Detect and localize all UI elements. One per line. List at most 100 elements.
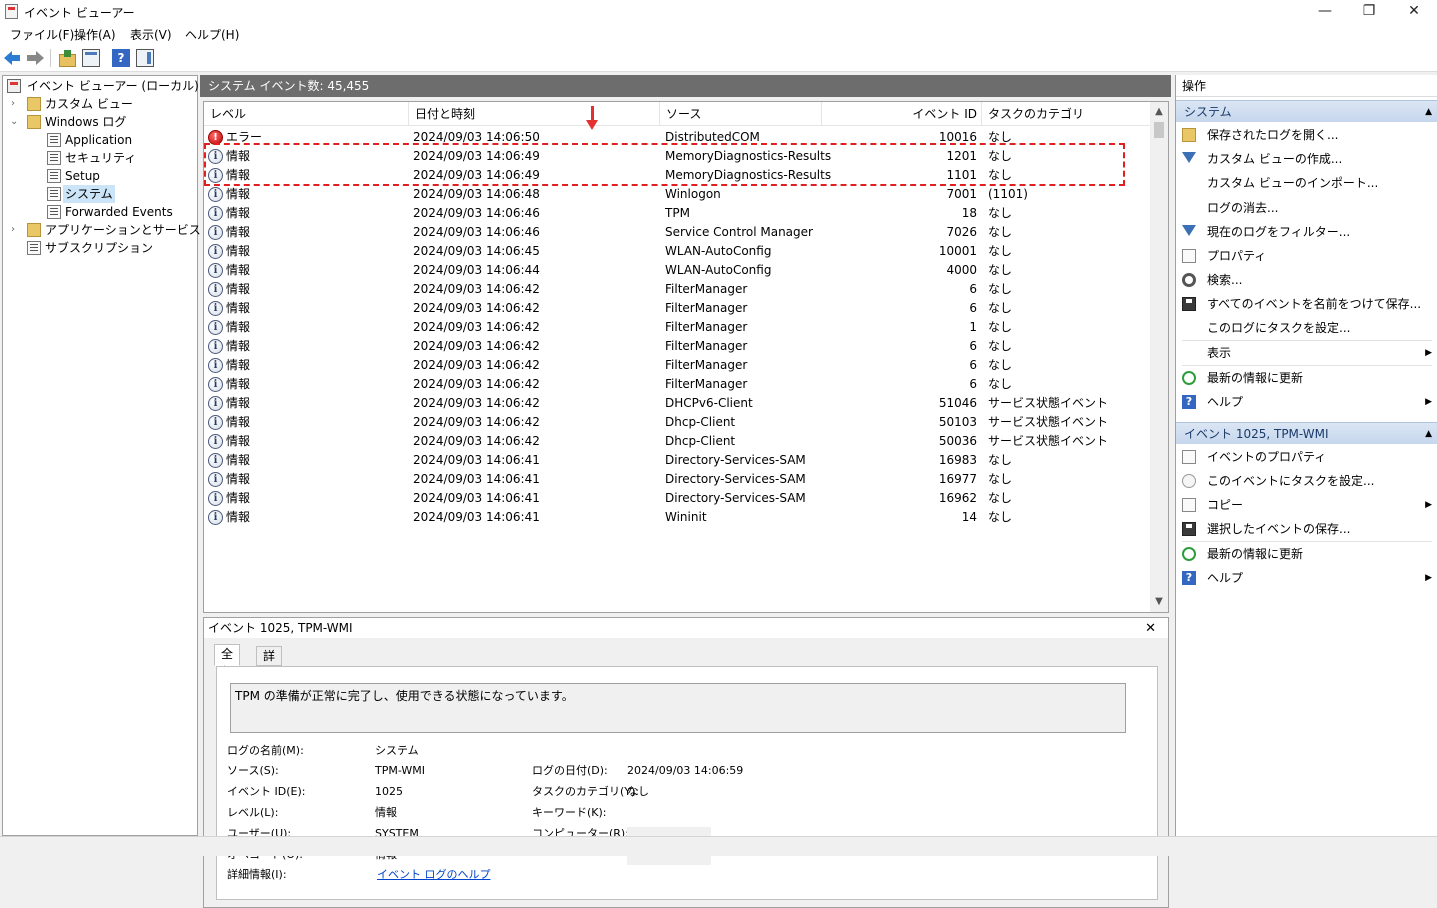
action-help-2[interactable]: ? ヘルプ ▶ xyxy=(1176,566,1437,590)
event-row[interactable]: i 情報 2024/09/03 14:06:42 Dhcp-Client 50036 サー… xyxy=(204,432,1150,451)
info-icon: i xyxy=(208,282,223,297)
help-icon: ? xyxy=(1182,571,1196,585)
action-find[interactable]: 検索... xyxy=(1176,268,1437,292)
info-icon: i xyxy=(208,415,223,430)
tab-general[interactable]: 全般 xyxy=(214,644,241,679)
scroll-thumb[interactable] xyxy=(1154,122,1164,138)
event-row[interactable]: i 情報 2024/09/03 14:06:42 Dhcp-Client 50103 サー… xyxy=(204,413,1150,432)
event-row[interactable]: i 情報 2024/09/03 14:06:41 Directory-Services… xyxy=(204,470,1150,489)
action-save-all-events-as[interactable]: すべてのイベントを名前をつけて保存... xyxy=(1176,292,1437,316)
action-clear-log[interactable]: ログの消去... xyxy=(1176,196,1437,220)
event-row[interactable]: i 情報 2024/09/03 14:06:46 TPM 18 なし xyxy=(204,204,1150,223)
menu-help[interactable]: ヘルプ(H) xyxy=(185,26,239,43)
event-row[interactable]: i 情報 2024/09/03 14:06:41 Wininit 14 なし xyxy=(204,508,1150,527)
action-view[interactable]: 表示 ▶ xyxy=(1176,341,1437,365)
minimize-button[interactable]: — xyxy=(1302,0,1348,24)
show-hide-console-tree-icon[interactable] xyxy=(82,49,100,67)
open-folder-icon[interactable] xyxy=(58,49,76,67)
action-refresh-2[interactable]: 最新の情報に更新 xyxy=(1176,542,1437,566)
event-source: FilterManager xyxy=(665,320,748,334)
tab-details[interactable]: 詳細 xyxy=(256,646,283,681)
event-list-scrollbar[interactable]: ▲ ▼ xyxy=(1150,102,1168,612)
back-arrow-icon[interactable] xyxy=(4,49,22,67)
event-datetime: 2024/09/03 14:06:42 xyxy=(413,339,540,353)
event-row[interactable]: i 情報 2024/09/03 14:06:49 MemoryDiagnostics-… xyxy=(204,166,1150,185)
column-event-id[interactable]: イベント ID xyxy=(822,102,982,126)
event-row[interactable]: i 情報 2024/09/03 14:06:46 Service Control Ma… xyxy=(204,223,1150,242)
action-attach-task-to-log[interactable]: このログにタスクを設定... xyxy=(1176,316,1437,340)
expand-chevron-icon[interactable]: › xyxy=(11,95,21,113)
action-help[interactable]: ? ヘルプ ▶ xyxy=(1176,390,1437,414)
action-label: ヘルプ xyxy=(1207,395,1244,409)
event-row[interactable]: i 情報 2024/09/03 14:06:42 FilterManager 6 なし xyxy=(204,299,1150,318)
action-label: イベントのプロパティ xyxy=(1207,450,1327,464)
forward-arrow-icon[interactable] xyxy=(26,49,44,67)
info-icon: i xyxy=(208,187,223,202)
status-bar xyxy=(0,836,1437,856)
action-save-selected-events[interactable]: 選択したイベントの保存... xyxy=(1176,517,1437,541)
column-level[interactable]: レベル xyxy=(204,102,409,126)
event-id: 18 xyxy=(961,206,977,220)
event-level: 情報 xyxy=(226,510,251,524)
info-icon: i xyxy=(208,377,223,392)
event-datetime: 2024/09/03 14:06:42 xyxy=(413,301,540,315)
action-open-saved-log[interactable]: 保存されたログを開く... xyxy=(1176,123,1437,147)
collapse-caret-icon[interactable]: ▲ xyxy=(1425,423,1432,445)
column-source[interactable]: ソース xyxy=(660,102,822,126)
action-create-custom-view[interactable]: カスタム ビューの作成... xyxy=(1176,147,1437,171)
event-list[interactable]: レベル 日付と時刻 ソース イベント ID タスクのカテゴリ ! エラー 2024/… xyxy=(203,101,1169,613)
actions-pane: 操作 システム ▲ イベント 1025, TPM-WMI ▲ 保存されたログを開… xyxy=(1175,75,1437,836)
action-copy[interactable]: コピー ▶ xyxy=(1176,493,1437,517)
event-row[interactable]: i 情報 2024/09/03 14:06:41 Directory-Services… xyxy=(204,451,1150,470)
filter-icon xyxy=(1182,152,1196,163)
action-filter-current-log[interactable]: 現在のログをフィルター... xyxy=(1176,220,1437,244)
scroll-up-arrow-icon[interactable]: ▲ xyxy=(1150,104,1168,120)
event-viewer-app-icon xyxy=(5,4,18,19)
column-task-category[interactable]: タスクのカテゴリ xyxy=(982,102,1150,126)
event-row[interactable]: i 情報 2024/09/03 14:06:42 FilterManager 6 なし xyxy=(204,356,1150,375)
event-row[interactable]: i 情報 2024/09/03 14:06:48 Winlogon 7001 (1101) xyxy=(204,185,1150,204)
show-hide-action-pane-icon[interactable] xyxy=(136,49,154,67)
event-row[interactable]: i 情報 2024/09/03 14:06:45 WLAN-AutoConfig 100… xyxy=(204,242,1150,261)
help-icon[interactable]: ? xyxy=(112,49,130,67)
collapse-caret-icon[interactable]: ▲ xyxy=(1425,101,1432,123)
action-refresh[interactable]: 最新の情報に更新 xyxy=(1176,366,1437,390)
collapse-chevron-icon[interactable]: ⌄ xyxy=(10,113,20,131)
event-row[interactable]: i 情報 2024/09/03 14:06:44 WLAN-AutoConfig 400… xyxy=(204,261,1150,280)
event-row[interactable]: i 情報 2024/09/03 14:06:42 FilterManager 6 なし xyxy=(204,280,1150,299)
event-message[interactable]: TPM の準備が正常に完了し、使用できる状態になっています。 xyxy=(230,683,1126,733)
detail-close-icon[interactable]: ✕ xyxy=(1145,619,1156,639)
actions-section-event[interactable]: イベント 1025, TPM-WMI ▲ xyxy=(1176,422,1437,444)
event-row[interactable]: i 情報 2024/09/03 14:06:42 DHCPv6-Client 51046… xyxy=(204,394,1150,413)
menu-view[interactable]: 表示(V) xyxy=(130,26,172,43)
event-row[interactable]: ! エラー 2024/09/03 14:06:50 DistributedCOM 100… xyxy=(204,128,1150,147)
maximize-button[interactable]: ❐ xyxy=(1346,0,1392,24)
action-label: 最新の情報に更新 xyxy=(1207,371,1304,385)
event-category: なし xyxy=(988,510,1013,524)
action-import-custom-view[interactable]: カスタム ビューのインポート... xyxy=(1176,171,1437,195)
menu-action[interactable]: 操作(A) xyxy=(74,26,116,43)
action-attach-task-to-event[interactable]: このイベントにタスクを設定... xyxy=(1176,469,1437,493)
general-tab-panel: TPM の準備が正常に完了し、使用できる状態になっています。 ログの名前(M):… xyxy=(216,666,1158,900)
close-button[interactable]: ✕ xyxy=(1391,0,1437,24)
event-row[interactable]: i 情報 2024/09/03 14:06:41 Directory-Services… xyxy=(204,489,1150,508)
scroll-down-arrow-icon[interactable]: ▼ xyxy=(1150,594,1168,610)
event-datetime: 2024/09/03 14:06:42 xyxy=(413,415,540,429)
actions-section-system[interactable]: システム ▲ xyxy=(1176,100,1437,122)
event-log-help-link[interactable]: イベント ログのヘルプ xyxy=(377,867,491,883)
expand-chevron-icon[interactable]: › xyxy=(11,221,21,239)
event-id: 6 xyxy=(969,282,977,296)
action-properties[interactable]: プロパティ xyxy=(1176,244,1437,268)
event-row[interactable]: i 情報 2024/09/03 14:06:49 MemoryDiagnostics-… xyxy=(204,147,1150,166)
event-source: FilterManager xyxy=(665,301,748,315)
event-row[interactable]: i 情報 2024/09/03 14:06:42 FilterManager 6 なし xyxy=(204,337,1150,356)
event-category: なし xyxy=(988,263,1013,277)
source-value: TPM-WMI xyxy=(375,764,425,777)
column-datetime[interactable]: 日付と時刻 xyxy=(409,102,660,126)
event-row[interactable]: i 情報 2024/09/03 14:06:42 FilterManager 1 なし xyxy=(204,318,1150,337)
event-row[interactable]: i 情報 2024/09/03 14:06:42 FilterManager 6 なし xyxy=(204,375,1150,394)
source-label: ソース(S): xyxy=(227,764,279,777)
menu-file[interactable]: ファイル(F) xyxy=(10,26,74,43)
action-event-properties[interactable]: イベントのプロパティ xyxy=(1176,445,1437,469)
event-category: なし xyxy=(988,377,1013,391)
